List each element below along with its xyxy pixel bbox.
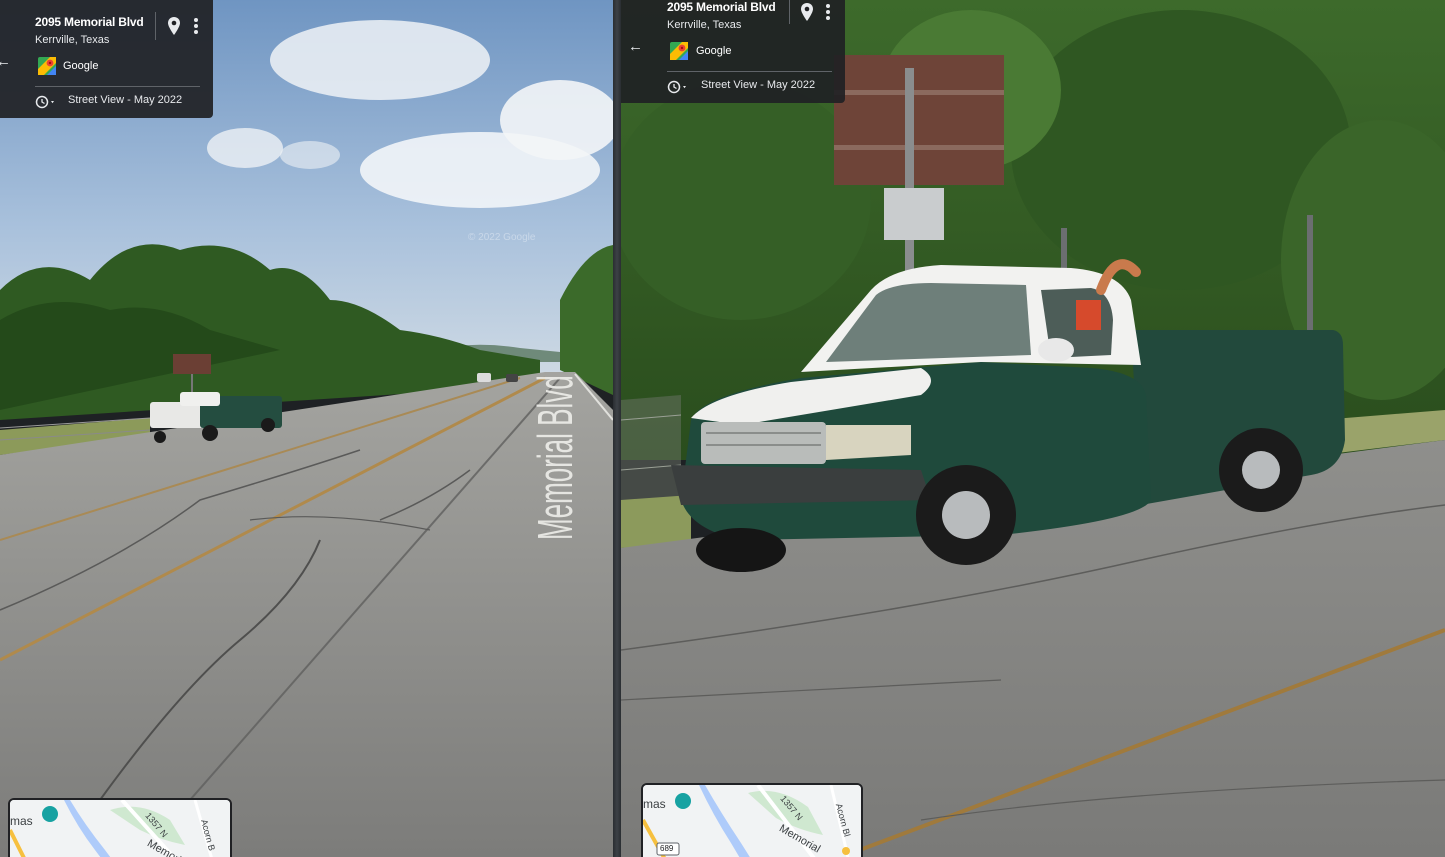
map-poi-label: mas <box>10 814 33 828</box>
provider-label: Google <box>63 60 99 72</box>
more-vert-icon[interactable] <box>825 3 831 21</box>
street-view-scene-right[interactable] <box>621 0 1445 857</box>
pin-icon[interactable] <box>800 2 814 22</box>
pin-icon[interactable] <box>167 16 181 36</box>
mini-map[interactable]: mas 1357 N Memorial Acorn Bl 689 <box>641 783 863 857</box>
street-view-date: Street View - May 2022 <box>68 94 183 106</box>
card-divider <box>789 0 790 24</box>
more-vert-icon[interactable] <box>193 17 199 35</box>
street-view-scene-left[interactable]: Memorial Blvd © 2022 Google <box>0 0 613 857</box>
address-locality: Kerrville, Texas <box>667 19 742 31</box>
address-locality: Kerrville, Texas <box>35 34 110 46</box>
back-arrow-icon[interactable]: ← <box>0 54 11 69</box>
card-divider <box>155 12 156 40</box>
street-view-date: Street View - May 2022 <box>701 79 816 91</box>
street-view-left-pane[interactable]: Memorial Blvd © 2022 Google ← 2095 Memor… <box>0 0 613 857</box>
map-poi-label: mas <box>643 797 666 811</box>
road-marking-text: Memorial Blvd <box>528 375 583 540</box>
location-info-card: ← 2095 Memorial Blvd Kerrville, Texas Go… <box>0 0 213 118</box>
card-separator <box>35 86 200 87</box>
address-title: 2095 Memorial Blvd <box>667 0 776 14</box>
split-divider[interactable] <box>613 0 621 857</box>
location-info-card: ← 2095 Memorial Blvd Kerrville, Texas Go… <box>621 0 845 103</box>
address-title: 2095 Memorial Blvd <box>35 15 144 29</box>
mini-map-canvas[interactable] <box>643 785 861 857</box>
mini-map-canvas[interactable] <box>10 800 230 857</box>
card-separator <box>667 71 832 72</box>
street-view-right-pane[interactable]: ← 2095 Memorial Blvd Kerrville, Texas Go… <box>621 0 1445 857</box>
history-clock-icon[interactable] <box>35 95 57 109</box>
watermark: © 2022 Google <box>468 232 536 243</box>
back-arrow-icon[interactable]: ← <box>628 39 643 54</box>
history-clock-icon[interactable] <box>667 80 689 94</box>
google-maps-icon <box>670 42 688 60</box>
mini-map[interactable]: mas 1357 N Memorial Acorn B <box>8 798 232 857</box>
provider-label: Google <box>696 45 732 57</box>
google-maps-icon <box>38 57 56 75</box>
highway-shield-label: 689 <box>660 844 674 853</box>
